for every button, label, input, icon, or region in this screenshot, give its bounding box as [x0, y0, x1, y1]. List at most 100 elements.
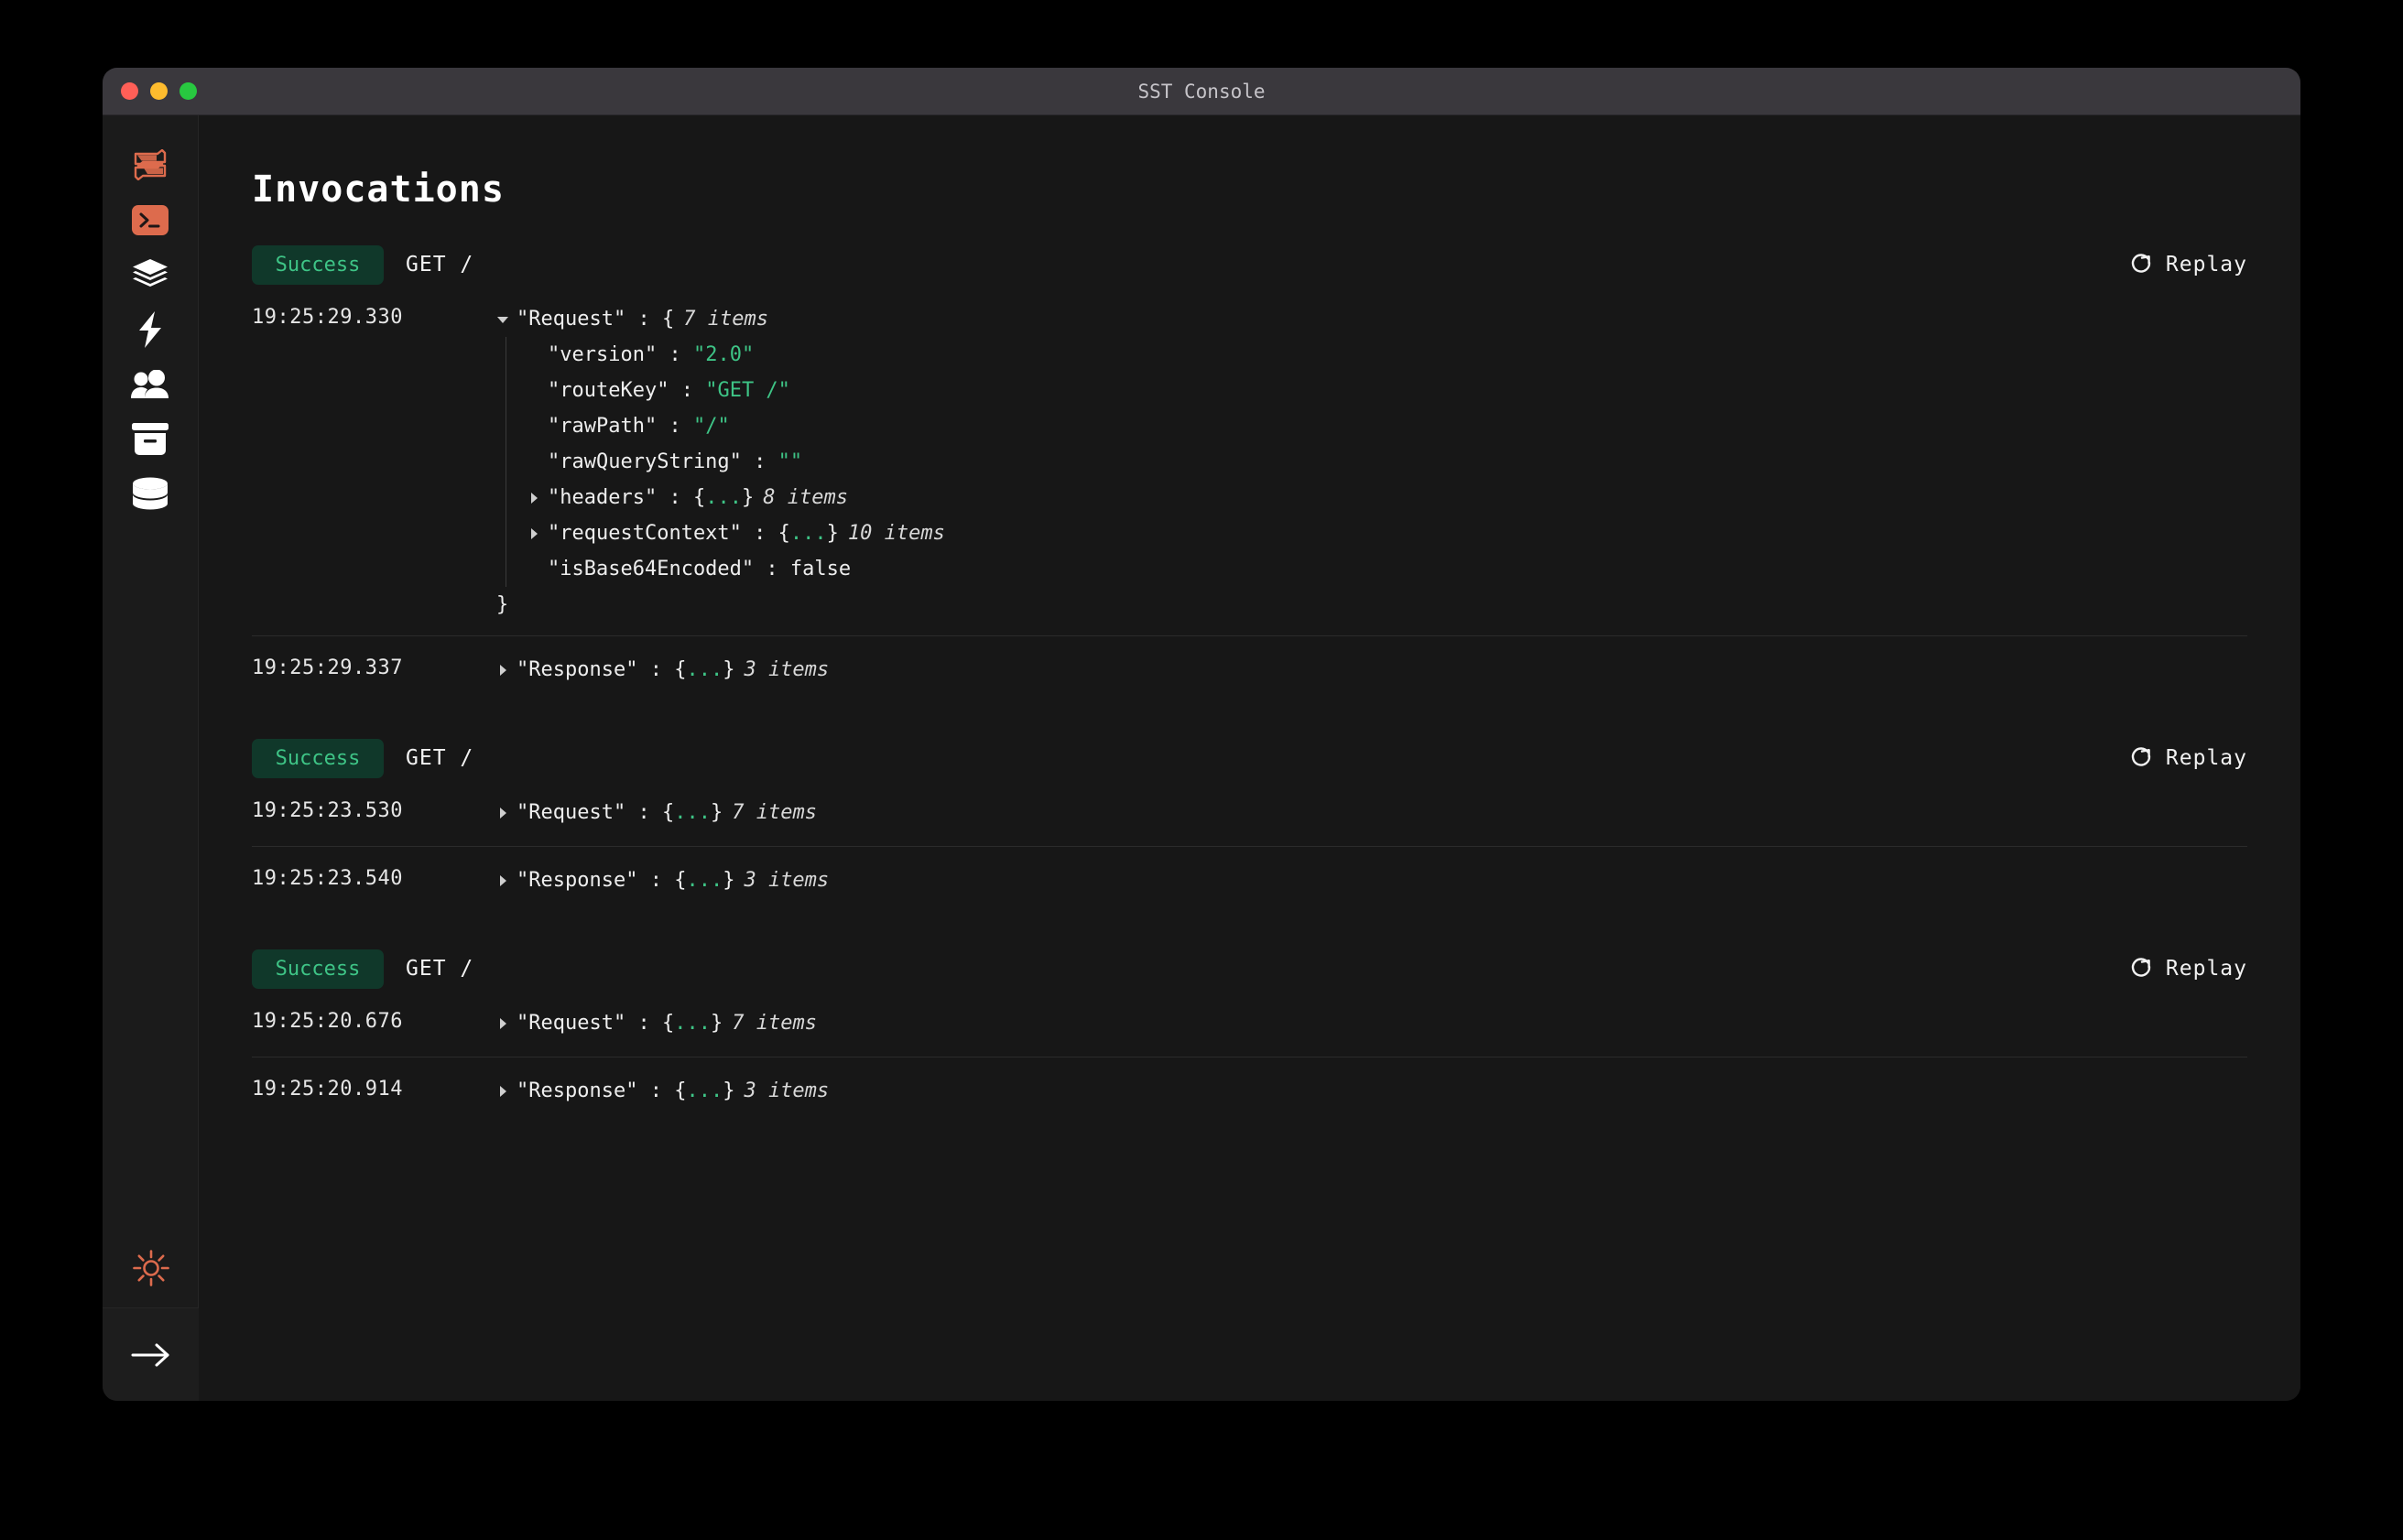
- sidebar-item-buckets[interactable]: [103, 412, 199, 467]
- maximize-button[interactable]: [179, 82, 197, 100]
- json-node-response[interactable]: "Response" : {...} 3 items: [496, 652, 2247, 688]
- titlebar: SST Console: [103, 68, 2300, 115]
- sst-logo-icon: [132, 149, 169, 180]
- json-node-routekey: "routeKey" : "GET /": [527, 373, 2247, 408]
- arrow-right-icon: [131, 1341, 171, 1369]
- json-item-count: 3 items: [744, 658, 830, 681]
- invocation-item: Success GET / Replay: [252, 244, 2247, 688]
- users-icon: [131, 370, 169, 399]
- json-value-collapsed: {...}: [692, 486, 755, 509]
- caret-right-icon[interactable]: [496, 655, 516, 685]
- json-colon: :: [625, 801, 662, 824]
- sidebar-item-users[interactable]: [103, 357, 199, 412]
- replay-button[interactable]: Replay: [2129, 955, 2247, 982]
- json-tree: "Request" : {...} 7 items: [444, 1005, 2247, 1041]
- json-colon: :: [741, 450, 778, 473]
- caret-right-icon[interactable]: [496, 1076, 516, 1106]
- caret-right-icon[interactable]: [496, 797, 516, 828]
- request-log-row: 19:25:20.676 "Request" : {...} 7 items: [252, 990, 2247, 1041]
- json-key: "Response": [516, 1079, 638, 1102]
- json-colon: :: [754, 558, 790, 580]
- database-icon: [132, 477, 169, 512]
- sidebar-item-stacks[interactable]: [103, 247, 199, 302]
- json-colon: :: [625, 308, 662, 331]
- json-node-response[interactable]: "Response" : {...} 3 items: [496, 862, 2247, 898]
- json-value-collapsed: {...}: [777, 522, 839, 545]
- json-key: "Request": [516, 801, 626, 824]
- json-tree: "Response" : {...} 3 items: [444, 1073, 2247, 1109]
- json-node-request[interactable]: "Request" : { 7 items: [496, 301, 2247, 337]
- replay-button[interactable]: Replay: [2129, 744, 2247, 772]
- replay-button[interactable]: Replay: [2129, 251, 2247, 278]
- json-item-count: 7 items: [732, 801, 817, 824]
- invocation-header: Success GET / Replay: [252, 244, 2247, 286]
- json-node-request[interactable]: "Request" : {...} 7 items: [496, 1005, 2247, 1041]
- json-item-count: 7 items: [683, 308, 768, 331]
- json-children: "version" : "2.0" "routeKey" : "GET /" "…: [506, 337, 2247, 587]
- json-item-count: 3 items: [744, 869, 830, 892]
- json-colon: :: [637, 1079, 675, 1102]
- replay-icon: [2129, 251, 2153, 278]
- caret-right-icon[interactable]: [527, 518, 548, 548]
- sidebar-item-database[interactable]: [103, 467, 199, 522]
- json-value-collapsed: {...}: [674, 658, 735, 681]
- json-node-rawpath: "rawPath" : "/": [527, 408, 2247, 444]
- log-timestamp: 19:25:29.330: [252, 306, 403, 329]
- json-value-collapsed: {...}: [674, 1079, 735, 1102]
- sun-icon: [132, 1250, 169, 1286]
- window-title: SST Console: [1137, 80, 1266, 103]
- json-value-collapsed: {...}: [661, 1012, 723, 1035]
- json-node-rawquerystring: "rawQueryString" : "": [527, 444, 2247, 480]
- caret-right-icon[interactable]: [496, 1008, 516, 1038]
- sidebar-item-functions[interactable]: [103, 302, 199, 357]
- main-content: Invocations Success GET / Replay 19:25:2…: [199, 115, 2300, 1401]
- replay-label: Replay: [2165, 957, 2247, 981]
- json-item-count: 3 items: [744, 1079, 830, 1102]
- window-body: Invocations Success GET / Replay 19:25:2…: [103, 115, 2300, 1401]
- caret-down-icon[interactable]: [496, 304, 516, 334]
- json-item-count: 10 items: [847, 522, 945, 545]
- sidebar: [103, 115, 199, 1401]
- close-button[interactable]: [121, 82, 138, 100]
- sidebar-item-theme-toggle[interactable]: [103, 1229, 199, 1307]
- json-value-collapsed: {...}: [661, 801, 723, 824]
- caret-placeholder: [527, 554, 548, 584]
- replay-label: Replay: [2165, 746, 2247, 770]
- response-log-row: 19:25:20.914 "Response" : {...} 3 items: [252, 1057, 2247, 1109]
- json-value: "": [777, 450, 803, 473]
- sidebar-item-sst-logo[interactable]: [103, 137, 199, 192]
- caret-right-icon[interactable]: [527, 483, 548, 513]
- request-log-row: 19:25:29.330 "Request" : { 7 items "vers…: [252, 286, 2247, 620]
- response-log-row: 19:25:23.540 "Response" : {...} 3 items: [252, 846, 2247, 898]
- sidebar-item-local-terminal[interactable]: [103, 192, 199, 247]
- invocation-route: GET /: [406, 746, 474, 770]
- json-key: "version": [548, 343, 658, 366]
- log-timestamp: 19:25:29.337: [252, 656, 403, 679]
- caret-right-icon[interactable]: [496, 865, 516, 895]
- json-value: false: [789, 558, 852, 580]
- status-badge: Success: [252, 244, 384, 285]
- log-timestamp: 19:25:20.676: [252, 1010, 403, 1033]
- minimize-button[interactable]: [150, 82, 168, 100]
- invocation-item: Success GET / Replay: [252, 948, 2247, 1109]
- json-value-collapsed: {...}: [674, 869, 735, 892]
- json-colon: :: [657, 415, 693, 438]
- json-item-count: 7 items: [732, 1012, 817, 1035]
- json-key: "isBase64Encoded": [548, 558, 755, 580]
- sidebar-next-button[interactable]: [103, 1307, 199, 1401]
- status-badge: Success: [252, 949, 384, 989]
- json-node-version: "version" : "2.0": [527, 337, 2247, 373]
- json-key: "Response": [516, 869, 638, 892]
- json-key: "Request": [516, 308, 626, 331]
- json-colon: :: [741, 522, 778, 545]
- terminal-icon: [132, 204, 169, 235]
- invocation-route: GET /: [406, 957, 474, 981]
- json-node-requestcontext[interactable]: "requestContext" : {...} 10 items: [527, 515, 2247, 551]
- json-node-headers[interactable]: "headers" : {...} 8 items: [527, 480, 2247, 515]
- log-timestamp: 19:25:20.914: [252, 1078, 403, 1101]
- app-window: SST Console Invocations Success GET / Re…: [103, 68, 2300, 1401]
- json-value: "2.0": [692, 343, 755, 366]
- json-node-request[interactable]: "Request" : {...} 7 items: [496, 795, 2247, 830]
- json-node-response[interactable]: "Response" : {...} 3 items: [496, 1073, 2247, 1109]
